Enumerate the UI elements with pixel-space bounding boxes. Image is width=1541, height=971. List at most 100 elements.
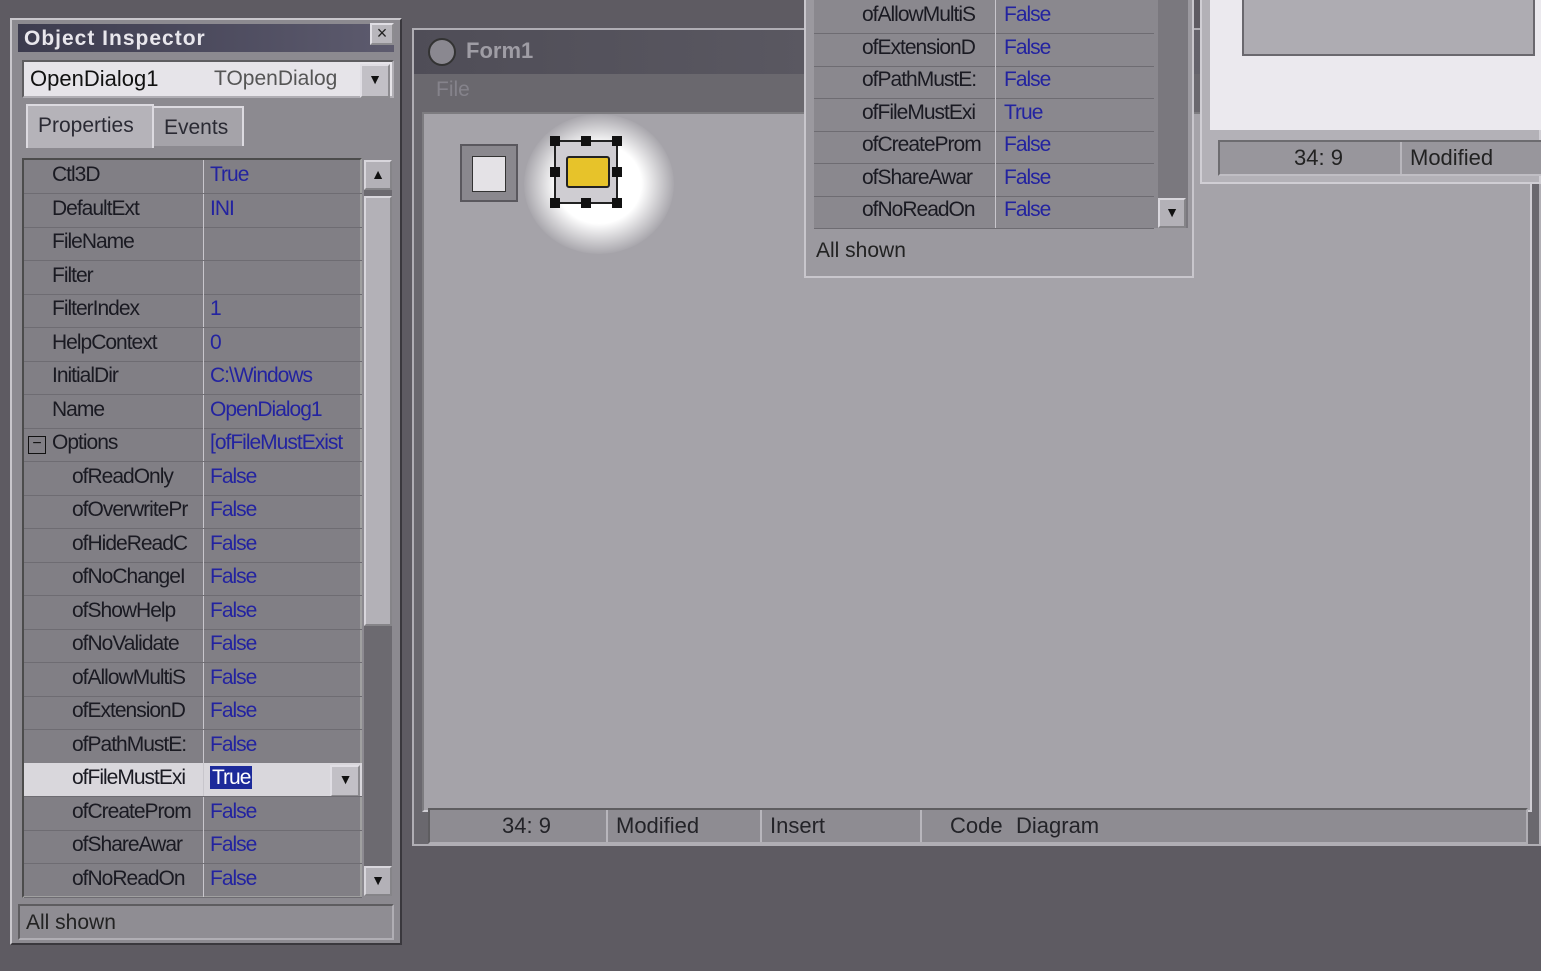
property-row[interactable]: ofExtensionD False — [814, 32, 1156, 67]
selection-handle[interactable] — [581, 136, 591, 146]
modified-indicator: Modified — [1410, 145, 1494, 170]
form-icon — [428, 38, 456, 66]
property-row[interactable]: ofShareAwar False — [24, 830, 362, 864]
property-value[interactable] — [208, 227, 362, 260]
property-value[interactable]: [ofFileMustExist — [208, 428, 362, 461]
property-value[interactable]: OpenDialog1 — [208, 395, 362, 428]
property-value[interactable]: False — [208, 696, 362, 729]
selection-handle[interactable] — [550, 167, 560, 177]
selection-handle[interactable] — [550, 198, 560, 208]
property-value[interactable]: False — [208, 596, 362, 629]
selection-handle[interactable] — [612, 136, 622, 146]
property-row[interactable]: FileName — [24, 227, 362, 261]
property-value[interactable]: False — [208, 663, 362, 696]
property-row[interactable]: ofAllowMultiS False — [814, 0, 1154, 34]
property-value[interactable]: 1 — [208, 294, 362, 327]
property-row[interactable]: ofAllowMultiS False — [24, 662, 362, 697]
selection-handle[interactable] — [581, 198, 591, 208]
property-value[interactable]: False — [1002, 65, 1156, 98]
property-row[interactable]: ofCreateProm False — [24, 796, 362, 831]
vertical-scrollbar[interactable]: ▲ ▼ — [364, 160, 392, 896]
scrollbar-thumb[interactable] — [364, 196, 392, 626]
property-row[interactable]: FilterIndex 1 — [24, 294, 362, 328]
property-row[interactable]: ofShareAwar False — [814, 162, 1156, 197]
property-value[interactable]: False — [208, 730, 362, 763]
property-value[interactable]: C:\Windows — [208, 361, 362, 394]
object-selector-combo[interactable]: OpenDialog1 TOpenDialog ▼ — [22, 60, 394, 98]
property-row[interactable]: Ctl3D True — [24, 160, 362, 194]
scroll-up-icon[interactable]: ▲ — [364, 160, 392, 190]
property-name: ofShareAwar — [24, 830, 204, 863]
property-row[interactable]: ofNoChangeI False — [24, 562, 362, 596]
property-row[interactable]: ofNoReadOn False — [24, 863, 362, 898]
close-button[interactable]: × — [370, 23, 394, 45]
property-name: Name — [24, 394, 204, 428]
property-row[interactable]: ofOverwritePr False — [24, 495, 362, 529]
property-value[interactable]: False — [208, 462, 362, 495]
property-name: ofExtensionD — [814, 32, 996, 66]
chevron-down-icon[interactable]: ▼ — [330, 765, 360, 796]
property-value[interactable]: False — [208, 830, 362, 863]
selection-handle[interactable] — [550, 136, 560, 146]
property-value[interactable]: True — [210, 766, 253, 789]
property-row-options[interactable]: − Options [ofFileMustExist — [24, 428, 362, 462]
property-value[interactable]: True — [208, 160, 362, 193]
tab-properties[interactable]: Properties — [26, 104, 154, 148]
scroll-down-icon[interactable]: ▼ — [1158, 198, 1186, 228]
property-value[interactable]: False — [208, 529, 362, 562]
property-row[interactable]: ofExtensionD False — [24, 696, 362, 730]
tab-code[interactable]: Code — [940, 810, 1018, 842]
tab-diagram[interactable]: Diagram — [1016, 810, 1116, 842]
property-row[interactable]: DefaultExt INI — [24, 193, 362, 228]
property-row[interactable]: ofPathMustE: False — [814, 65, 1154, 99]
property-value[interactable]: False — [208, 629, 362, 662]
selection-handle[interactable] — [612, 167, 622, 177]
property-value[interactable]: False — [208, 495, 362, 528]
property-row[interactable]: ofNoReadOn False — [814, 195, 1154, 229]
property-row[interactable]: HelpContext 0 — [24, 327, 362, 362]
property-name: ofReadOnly — [24, 461, 204, 495]
property-value[interactable]: False — [208, 864, 362, 897]
property-value[interactable]: False — [1002, 195, 1156, 228]
property-row[interactable]: ofNoValidate False — [24, 629, 362, 663]
property-value[interactable]: False — [1002, 130, 1156, 163]
vertical-scrollbar[interactable]: ▼ — [1158, 0, 1188, 228]
property-value[interactable]: False — [208, 562, 362, 595]
selection-handle[interactable] — [612, 198, 622, 208]
property-value[interactable]: False — [208, 797, 362, 830]
property-row[interactable]: ofHideReadC False — [24, 528, 362, 563]
editor-inner-frame — [1242, 0, 1535, 56]
property-row[interactable]: InitialDir C:\Windows — [24, 361, 362, 395]
property-row[interactable]: Name OpenDialog1 — [24, 394, 362, 429]
property-name: ofCreateProm — [24, 796, 204, 830]
property-row[interactable]: ofPathMustE: False — [24, 729, 362, 764]
main-menu-component-icon[interactable] — [460, 144, 518, 202]
property-row[interactable]: ofFileMustExi True — [814, 97, 1156, 132]
property-value[interactable]: False — [1002, 0, 1156, 33]
property-name: ofPathMustE: — [814, 65, 996, 98]
scroll-down-icon[interactable]: ▼ — [364, 866, 392, 896]
property-name: FilterIndex — [24, 294, 204, 327]
property-name: ofExtensionD — [24, 696, 204, 729]
property-name: ofAllowMultiS — [814, 0, 996, 33]
property-row[interactable]: Filter — [24, 260, 362, 295]
property-row[interactable]: ofReadOnly False — [24, 461, 362, 496]
property-name: Filter — [24, 260, 204, 294]
property-row[interactable]: ofCreateProm False — [814, 130, 1154, 164]
panel-status: All shown — [816, 239, 906, 262]
property-value[interactable] — [208, 261, 362, 294]
open-dialog-component-icon[interactable] — [550, 136, 622, 208]
menu-item-file[interactable]: File — [436, 78, 470, 102]
property-value[interactable]: 0 — [208, 328, 362, 361]
property-value[interactable]: True — [1002, 98, 1156, 131]
property-value[interactable]: INI — [208, 194, 362, 227]
property-grid: ofAllowMultiS False ofExtensionD False ofP… — [814, 0, 1162, 229]
property-value[interactable]: False — [1002, 33, 1156, 66]
chevron-down-icon[interactable]: ▼ — [360, 64, 390, 98]
property-row-selected[interactable]: ofFileMustExi True ▼ — [24, 763, 362, 797]
modified-indicator: Modified — [608, 810, 762, 842]
property-value-editor[interactable]: True ▼ — [208, 763, 362, 796]
property-row[interactable]: ofShowHelp False — [24, 595, 362, 630]
property-value[interactable]: False — [1002, 163, 1156, 196]
tab-events[interactable]: Events — [152, 106, 244, 146]
